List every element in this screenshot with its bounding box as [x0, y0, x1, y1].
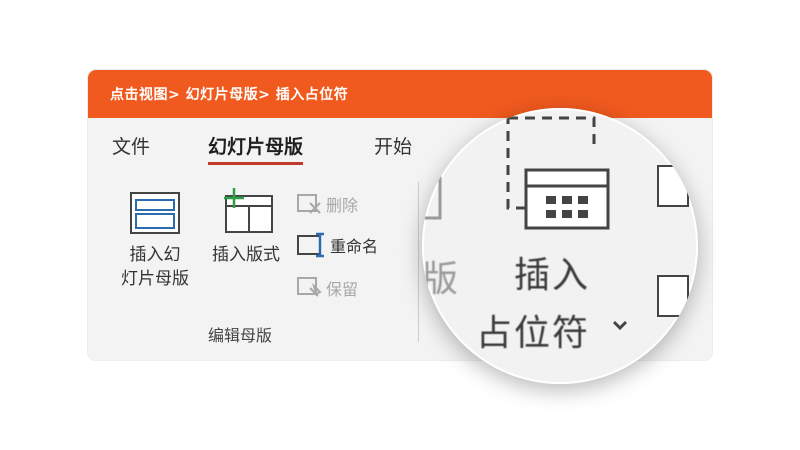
slide-master-icon — [130, 192, 180, 234]
insert-placeholder-label-line2[interactable]: 占位符 — [476, 304, 590, 356]
delete-button[interactable]: 删除 — [296, 192, 358, 216]
insert-slide-master-label-line2: 灯片母版 — [121, 269, 189, 289]
insert-slide-master-button[interactable]: 插入幻 灯片母版 — [110, 190, 200, 291]
insert-placeholder-label-line1: 插入 — [514, 255, 591, 296]
tab-slide-master-label: 幻灯片母版 — [208, 136, 304, 158]
tab-file[interactable]: 文件 — [112, 132, 150, 159]
group-label-edit-master: 编辑母版 — [208, 326, 273, 345]
pin-icon — [297, 277, 322, 297]
insert-layout-icon — [224, 188, 273, 233]
preserve-button[interactable]: 保留 — [296, 276, 358, 300]
rename-button[interactable]: 重命名 — [296, 232, 378, 258]
tab-slide-master[interactable]: 幻灯片母版 — [208, 132, 304, 165]
magnified-layout-text: 版 — [422, 259, 461, 300]
delete-label: 删除 — [326, 196, 359, 215]
active-tab-underline — [208, 162, 304, 165]
preserve-label: 保留 — [326, 280, 359, 299]
rename-icon — [297, 232, 324, 258]
insert-layout-button[interactable]: 插入版式 — [196, 188, 296, 267]
rename-label: 重命名 — [330, 237, 379, 256]
magnifier-lens: 版 插入 占位符 — [422, 108, 698, 384]
insert-layout-label: 插入版式 — [212, 245, 280, 265]
insert-slide-master-label-line1: 插入幻 — [129, 245, 181, 265]
group-divider — [418, 182, 419, 342]
tab-home[interactable]: 开始 — [374, 132, 412, 159]
delete-icon — [297, 194, 321, 214]
